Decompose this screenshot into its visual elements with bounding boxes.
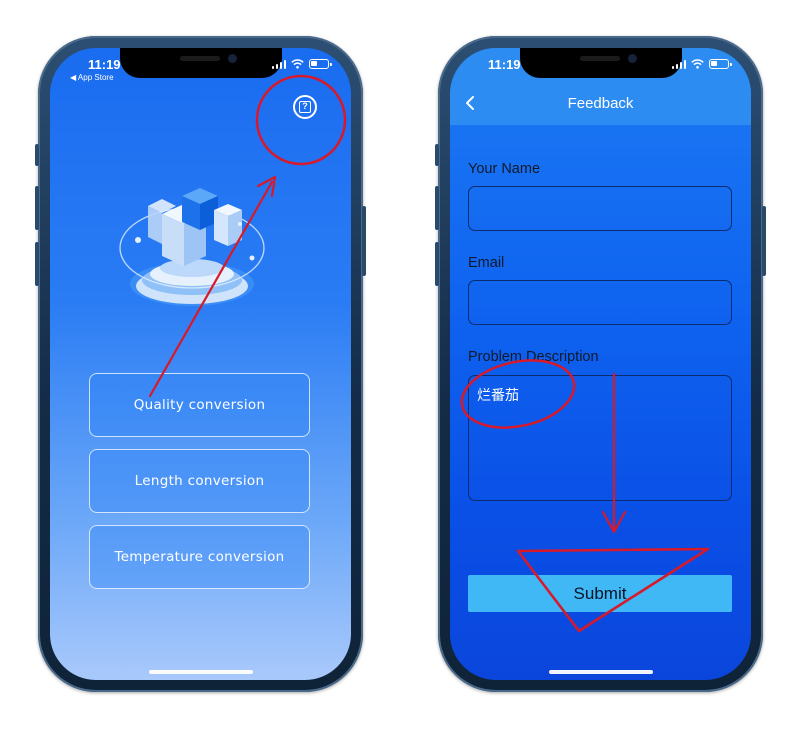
wifi-icon xyxy=(691,59,704,69)
mute-switch xyxy=(435,144,439,166)
wifi-icon xyxy=(291,59,304,69)
volume-down-button xyxy=(435,242,439,286)
back-to-app-link[interactable]: ◀ App Store xyxy=(70,73,114,82)
volume-down-button xyxy=(35,242,39,286)
speaker xyxy=(179,56,220,61)
phone-frame-right: Feedback 11:19 Your Name Email Problem D… xyxy=(435,36,766,692)
submit-button[interactable]: Submit xyxy=(468,575,732,612)
home-indicator xyxy=(148,670,253,674)
mute-switch xyxy=(35,144,39,166)
home-indicator xyxy=(548,670,653,674)
cellular-signal-icon xyxy=(271,59,286,69)
volume-up-button xyxy=(435,186,439,230)
length-conversion-button[interactable]: Length conversion xyxy=(89,449,310,513)
battery-icon xyxy=(709,59,732,69)
speaker xyxy=(579,56,620,61)
email-label: Email xyxy=(468,255,505,271)
name-label: Your Name xyxy=(468,161,541,177)
status-time: 11:19 xyxy=(88,57,121,72)
name-input[interactable] xyxy=(468,186,732,231)
power-button xyxy=(362,206,366,276)
hero-illustration xyxy=(119,188,265,306)
front-camera xyxy=(627,54,637,63)
notch xyxy=(519,48,682,78)
power-button xyxy=(762,206,766,276)
cellular-signal-icon xyxy=(671,59,686,69)
email-input[interactable] xyxy=(468,280,732,325)
status-icons xyxy=(271,59,332,69)
screen-left: 11:19 ◀ App Store ? Quality conversion L… xyxy=(50,48,351,680)
notch xyxy=(119,48,282,78)
description-textarea[interactable]: 烂番茄 xyxy=(468,375,732,501)
page-title: Feedback xyxy=(567,95,634,112)
quality-conversion-button[interactable]: Quality conversion xyxy=(89,373,310,437)
temperature-conversion-button[interactable]: Temperature conversion xyxy=(89,525,310,589)
battery-icon xyxy=(309,59,332,69)
volume-up-button xyxy=(35,186,39,230)
front-camera xyxy=(227,54,237,63)
phone-frame-left: 11:19 ◀ App Store ? Quality conversion L… xyxy=(35,36,366,692)
help-icon: ? xyxy=(299,101,311,113)
status-time: 11:19 xyxy=(488,57,521,72)
screen-right: Feedback 11:19 Your Name Email Problem D… xyxy=(450,48,751,680)
help-button[interactable]: ? xyxy=(293,95,317,119)
status-icons xyxy=(671,59,732,69)
description-label: Problem Description xyxy=(468,349,599,365)
